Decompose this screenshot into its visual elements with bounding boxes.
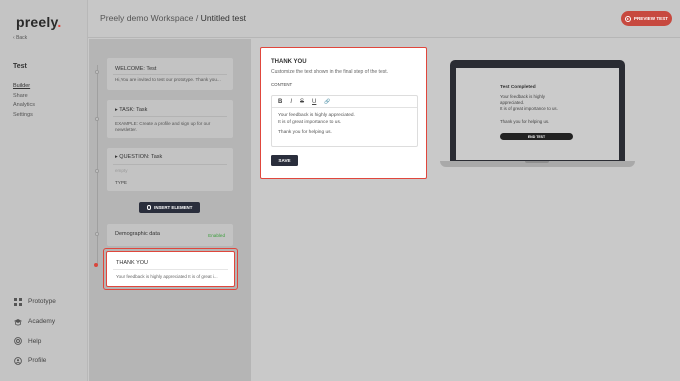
timeline-node — [95, 232, 99, 236]
sidebar-item-settings[interactable]: Settings — [13, 111, 35, 121]
breadcrumb-test-name[interactable]: Untitled test — [201, 13, 246, 23]
content-text[interactable]: Your feedback is highly appreciated. It … — [272, 108, 417, 137]
welcome-card-title: WELCOME: Test — [115, 66, 157, 72]
sidebar-item-profile[interactable]: Profile — [14, 351, 56, 371]
content-editor[interactable]: B I S U 🔗 Your feedback is highly apprec… — [271, 95, 418, 147]
sidebar-nav: Builder Share Analytics Settings — [13, 82, 35, 120]
welcome-card-body: Hi,You are invited to test our prototype… — [115, 77, 221, 82]
content-line: Thank you for helping us. — [278, 130, 332, 135]
question-card-title: ▸ QUESTION: Task — [115, 154, 163, 160]
timeline-node — [95, 117, 99, 121]
card-divider — [113, 269, 228, 270]
profile-icon — [14, 357, 22, 365]
end-test-button: END TEST — [500, 133, 573, 140]
card-divider — [113, 74, 227, 75]
breadcrumb-workspace[interactable]: Preely demo Workspace — [100, 13, 193, 23]
editor-toolbar: B I S U 🔗 — [272, 96, 417, 108]
editor-subtitle: Customize the text shown in the final st… — [271, 69, 389, 75]
help-icon — [14, 337, 22, 346]
task-card-body: EXAMPLE: Create a profile and sign up fo… — [115, 121, 211, 132]
sidebar-item-prototype[interactable]: Prototype — [14, 292, 56, 312]
laptop-notch — [525, 161, 549, 163]
card-divider — [113, 164, 227, 165]
thank-you-card[interactable]: THANK YOU Your feedback is highly apprec… — [106, 251, 235, 287]
breadcrumb-separator: / — [195, 13, 199, 23]
italic-button[interactable]: I — [290, 99, 292, 105]
back-link[interactable]: ‹ Back — [13, 35, 27, 41]
top-header: Preely demo Workspace / Untitled test PR… — [88, 0, 680, 38]
preview-line: Thank you for helping us. — [500, 118, 550, 124]
card-divider — [113, 116, 227, 117]
question-placeholder: empty — [115, 168, 128, 173]
sidebar-item-help[interactable]: Help — [14, 331, 56, 351]
sidebar-item-academy[interactable]: Academy — [14, 312, 56, 332]
timeline-node-active — [94, 263, 98, 267]
sidebar: preely. ‹ Back Test Builder Share Analyt… — [0, 0, 88, 381]
preview-test-button[interactable]: PREVIEW TEST — [621, 11, 672, 26]
link-icon[interactable]: 🔗 — [324, 99, 330, 105]
sidebar-item-share[interactable]: Share — [13, 92, 35, 102]
demographic-status-badge: Enabled — [208, 233, 225, 238]
timeline-node — [95, 169, 99, 173]
task-card-title: ▸ TASK: Task — [115, 107, 148, 113]
thank-you-card-body: Your feedback is highly appreciated It i… — [116, 274, 218, 279]
academy-icon — [14, 318, 22, 325]
grid-icon — [14, 297, 22, 306]
question-card[interactable]: ▸ QUESTION: Task empty TYPE — [107, 148, 233, 191]
preview-title: Test Completed — [500, 85, 536, 90]
bold-button[interactable]: B — [278, 99, 282, 105]
insert-element-button[interactable]: INSERT ELEMENT — [139, 202, 200, 213]
sidebar-item-builder[interactable]: Builder — [13, 82, 35, 92]
editor-title: THANK YOU — [271, 59, 307, 65]
thank-you-card-title: THANK YOU — [116, 260, 148, 266]
demographic-card[interactable]: Demographic data Enabled — [107, 224, 233, 246]
demographic-card-title: Demographic data — [115, 231, 160, 237]
task-card[interactable]: ▸ TASK: Task EXAMPLE: Create a profile a… — [107, 100, 233, 138]
bottom-nav: Prototype Academy Help Profile — [14, 292, 56, 371]
project-title: Test — [13, 63, 27, 70]
play-icon — [624, 15, 631, 22]
sidebar-item-analytics[interactable]: Analytics — [13, 101, 35, 111]
underline-button[interactable]: U — [312, 99, 316, 105]
strikethrough-button[interactable]: S — [300, 99, 304, 105]
content-label: CONTENT — [271, 82, 293, 87]
content-line: It is of great importance to us. — [278, 119, 342, 125]
thank-you-editor: THANK YOU Customize the text shown in th… — [260, 47, 427, 179]
preely-logo[interactable]: preely. — [16, 14, 62, 30]
plus-icon — [146, 205, 152, 210]
question-type-label: TYPE — [115, 180, 127, 185]
preview-text: Your feedback is highly appreciated. It … — [500, 94, 572, 125]
welcome-card[interactable]: WELCOME: Test Hi,You are invited to test… — [107, 58, 233, 90]
timeline-node — [95, 70, 99, 74]
breadcrumb: Preely demo Workspace / Untitled test — [100, 13, 246, 23]
preview-line: It is of great importance to us. — [500, 106, 558, 112]
save-button[interactable]: SAVE — [271, 155, 298, 166]
